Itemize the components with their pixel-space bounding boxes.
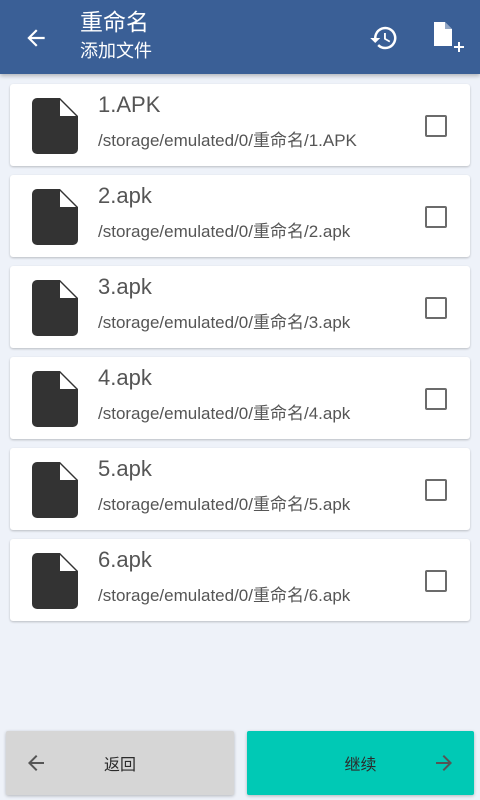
file-icon [32, 553, 78, 609]
file-icon [32, 462, 78, 518]
page-title: 重命名 [80, 10, 149, 36]
file-path: /storage/emulated/0/重命名/5.apk [98, 495, 351, 514]
file-list-item[interactable]: 2.apk /storage/emulated/0/重命名/2.apk [10, 175, 470, 257]
file-name: 2.apk [98, 183, 152, 208]
file-name: 4.apk [98, 365, 152, 390]
continue-button[interactable]: 继续 [247, 731, 474, 795]
add-file-icon[interactable] [428, 18, 468, 58]
file-path: /storage/emulated/0/重命名/2.apk [98, 222, 351, 241]
file-list-item[interactable]: 4.apk /storage/emulated/0/重命名/4.apk [10, 357, 470, 439]
file-list-item[interactable]: 6.apk /storage/emulated/0/重命名/6.apk [10, 539, 470, 621]
file-path: /storage/emulated/0/重命名/4.apk [98, 404, 351, 423]
file-icon [32, 98, 78, 154]
file-list: 1.APK /storage/emulated/0/重命名/1.APK 2.ap… [10, 84, 470, 630]
file-checkbox[interactable] [425, 570, 447, 592]
file-list-item[interactable]: 5.apk /storage/emulated/0/重命名/5.apk [10, 448, 470, 530]
file-list-item[interactable]: 3.apk /storage/emulated/0/重命名/3.apk [10, 266, 470, 348]
file-name: 3.apk [98, 274, 152, 299]
file-path: /storage/emulated/0/重命名/3.apk [98, 313, 351, 332]
arrow-right-icon [432, 751, 456, 775]
file-checkbox[interactable] [425, 479, 447, 501]
file-checkbox[interactable] [425, 388, 447, 410]
file-path: /storage/emulated/0/重命名/6.apk [98, 586, 351, 605]
toolbar-titles: 重命名 添加文件 [80, 8, 152, 66]
file-list-item[interactable]: 1.APK /storage/emulated/0/重命名/1.APK [10, 84, 470, 166]
history-icon[interactable] [368, 22, 400, 54]
file-icon [32, 189, 78, 245]
file-checkbox[interactable] [425, 297, 447, 319]
file-checkbox[interactable] [425, 115, 447, 137]
file-name: 6.apk [98, 547, 152, 572]
back-button-label: 返回 [103, 755, 136, 774]
file-name: 5.apk [98, 456, 152, 481]
file-checkbox[interactable] [425, 206, 447, 228]
app-screen: 重命名 添加文件 1.APK /storage/emulated/0/重命名/1… [0, 0, 480, 800]
toolbar: 重命名 添加文件 [0, 0, 480, 74]
file-icon [32, 280, 78, 336]
page-subtitle: 添加文件 [80, 41, 152, 62]
back-arrow-icon[interactable] [20, 22, 52, 54]
file-icon [32, 371, 78, 427]
file-path: /storage/emulated/0/重命名/1.APK [98, 131, 357, 150]
file-name: 1.APK [98, 92, 161, 117]
back-button[interactable]: 返回 [6, 731, 234, 795]
